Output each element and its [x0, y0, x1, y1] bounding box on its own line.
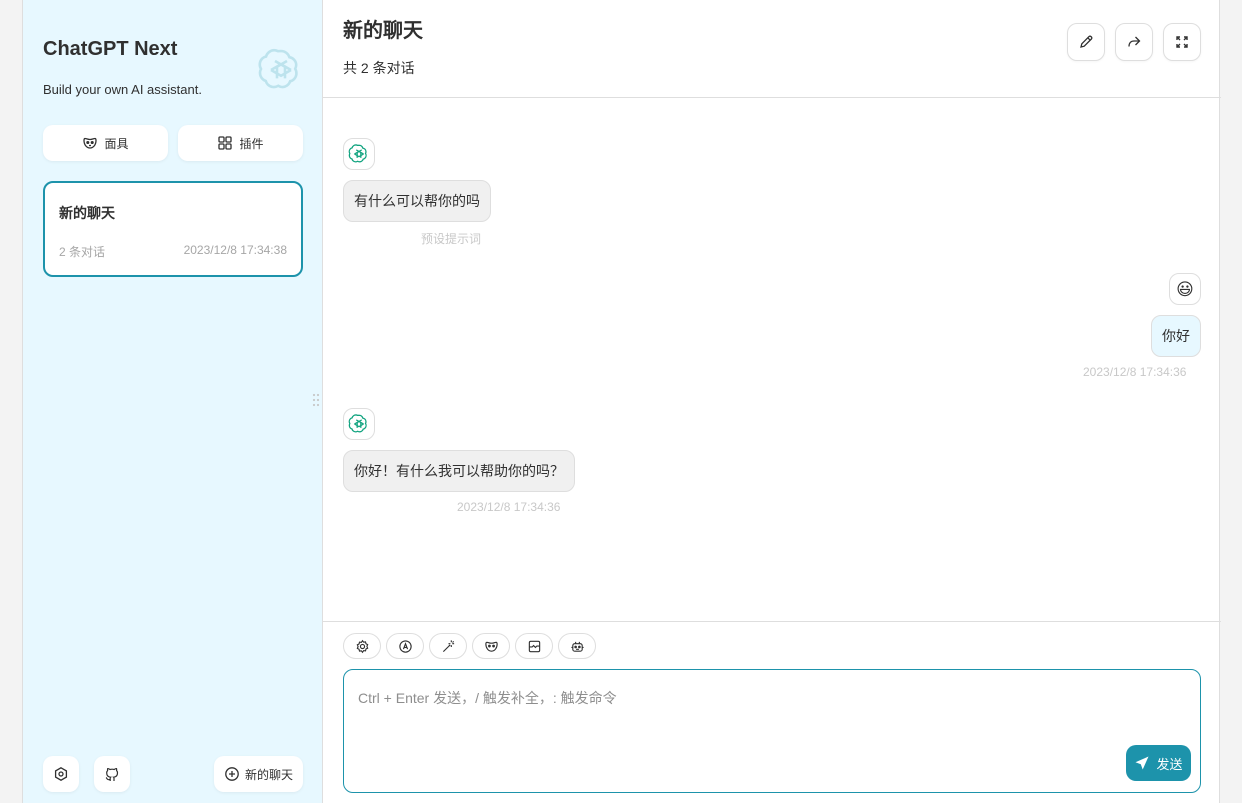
pencil-icon [1080, 35, 1093, 48]
bot-message-bubble: 有什么可以帮你的吗 [343, 180, 491, 222]
bot-message-bubble: 你好！有什么我可以帮助你的吗？ [343, 450, 575, 492]
plugin-button-label: 插件 [239, 136, 264, 151]
send-button-label: 发送 [1156, 756, 1183, 772]
openai-logo-icon [348, 144, 367, 163]
sidebar: ChatGPT Next Build your own AI assistant… [23, 0, 323, 803]
plus-circle-icon [225, 767, 239, 781]
new-chat-label: 新的聊天 [244, 767, 293, 782]
share-button[interactable] [1115, 23, 1153, 61]
mask-button-label: 面具 [104, 136, 129, 151]
plugin-button[interactable]: 插件 [178, 125, 303, 161]
message-meta: 预设提示词 [421, 232, 482, 246]
chat-settings-button[interactable] [343, 633, 381, 659]
auto-theme-icon [398, 639, 412, 653]
share-arrow-icon [1128, 36, 1141, 47]
mask-tool-button[interactable] [472, 633, 510, 659]
message-time: 2023/12/8 17:34:36 [1083, 365, 1187, 379]
app-subtitle: Build your own AI assistant. [43, 82, 202, 97]
new-chat-button[interactable]: 新的聊天 [214, 756, 303, 792]
app-title: ChatGPT Next [43, 38, 178, 60]
fullscreen-button[interactable] [1163, 23, 1201, 61]
break-icon [528, 640, 540, 652]
github-icon [105, 767, 119, 781]
magic-wand-icon [442, 639, 454, 652]
send-button[interactable]: 发送 [1126, 745, 1191, 781]
send-icon [1135, 756, 1149, 770]
user-message-bubble: 你好 [1151, 315, 1201, 357]
prompt-button[interactable] [429, 633, 467, 659]
openai-logo-icon [348, 414, 367, 433]
chat-header: 新的聊天 共 2 条对话 [323, 0, 1221, 98]
mask-icon [484, 641, 498, 652]
user-avatar: 😃 [1169, 273, 1201, 305]
sidebar-drag-handle[interactable] [312, 392, 320, 408]
model-button[interactable] [558, 633, 596, 659]
mask-icon [83, 137, 98, 149]
mask-button[interactable]: 面具 [43, 125, 168, 161]
message-time: 2023/12/8 17:34:36 [457, 500, 561, 514]
gear-icon [356, 639, 368, 653]
github-button[interactable] [94, 756, 130, 792]
edit-button[interactable] [1067, 23, 1105, 61]
chat-item-count: 2 条对话 [59, 245, 106, 259]
message-count: 共 2 条对话 [343, 60, 415, 76]
chat-item-time: 2023/12/8 17:34:38 [183, 243, 287, 257]
chat-panel: 新的聊天 共 2 条对话 有什么可以帮你的吗 预设提示词 😃 你好 2023/1… [323, 0, 1221, 803]
expand-icon [1176, 36, 1188, 48]
chat-list-item[interactable]: 新的聊天 2 条对话 2023/12/8 17:34:38 [43, 181, 303, 277]
theme-button[interactable] [386, 633, 424, 659]
chat-input[interactable] [343, 669, 1201, 793]
robot-icon [570, 641, 584, 652]
bot-avatar [343, 408, 375, 440]
openai-logo-icon [257, 46, 305, 94]
clear-context-button[interactable] [515, 633, 553, 659]
chat-item-title: 新的聊天 [59, 205, 115, 221]
settings-icon [54, 767, 68, 781]
app-window: ChatGPT Next Build your own AI assistant… [22, 0, 1221, 803]
smiley-emoji-icon: 😃 [1176, 279, 1194, 299]
input-panel: 发送 [323, 621, 1221, 803]
grid-icon [218, 136, 233, 150]
bot-avatar [343, 138, 375, 170]
settings-button[interactable] [43, 756, 79, 792]
page-title: 新的聊天 [343, 20, 423, 42]
